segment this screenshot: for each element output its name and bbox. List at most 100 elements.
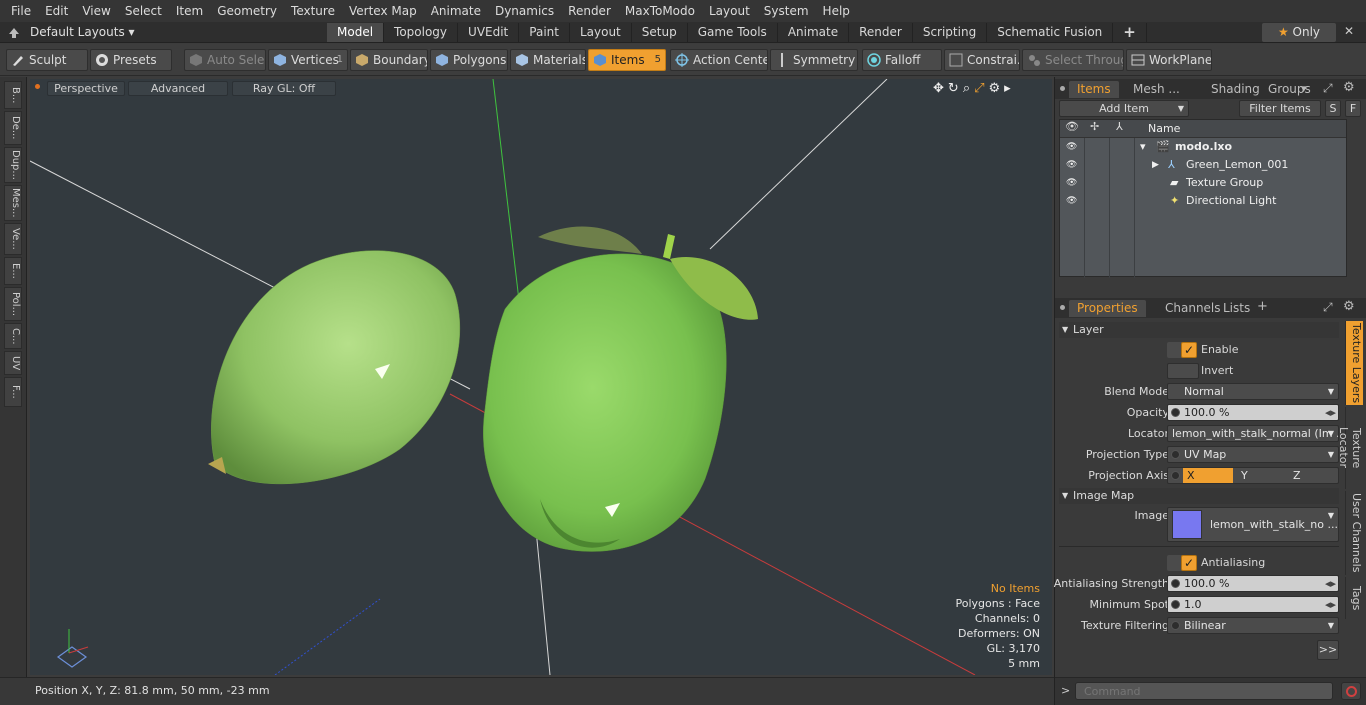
tab-mesh[interactable]: Mesh ... (1125, 81, 1188, 98)
tree-row-scene[interactable]: 👁 ▾ 🎬 modo.lxo (1060, 138, 1346, 156)
axis-z-button[interactable]: Z (1290, 468, 1338, 483)
menu-edit[interactable]: Edit (38, 0, 75, 22)
visibility-eye-icon[interactable]: 👁 (1066, 156, 1077, 174)
blend-mode-select[interactable]: Normal ▼ (1167, 383, 1339, 400)
strip-tab-deform[interactable]: De... (4, 111, 22, 145)
menu-file[interactable]: File (4, 0, 38, 22)
animate-dot-icon[interactable] (1171, 471, 1180, 480)
record-button[interactable] (1341, 682, 1361, 700)
slider-arrows-icon[interactable]: ◂▸ (1325, 597, 1336, 612)
strip-tab-fusion[interactable]: F... (4, 377, 22, 407)
tab-model[interactable]: Model (327, 23, 385, 42)
axis-y-button[interactable]: Y (1238, 468, 1288, 483)
rotate-icon[interactable]: ↻ (948, 81, 959, 96)
menu-vertex-map[interactable]: Vertex Map (342, 0, 424, 22)
more-button[interactable]: >> (1317, 640, 1339, 660)
tree-row-light[interactable]: 👁 ✦ Directional Light (1060, 192, 1346, 210)
boundary-button[interactable]: Boundary (350, 49, 428, 71)
falloff-button[interactable]: Falloff (862, 49, 942, 71)
tab-uvedit[interactable]: UVEdit (458, 23, 520, 42)
add-tab-button[interactable]: + (1257, 299, 1268, 314)
menu-item[interactable]: Item (169, 0, 210, 22)
expand-icon[interactable]: ▶ (1152, 156, 1159, 174)
slider-arrows-icon[interactable]: ◂▸ (1325, 576, 1336, 591)
close-icon[interactable]: ✕ (1344, 24, 1354, 38)
invert-checkbox[interactable] (1167, 363, 1199, 379)
3d-viewport[interactable]: Perspective Advanced Ray GL: Off ✥ ↻ ⌕ ⤢… (30, 79, 1052, 675)
enable-checkbox[interactable]: ✓ (1181, 342, 1197, 358)
workplane-button[interactable]: WorkPlane (1126, 49, 1212, 71)
viewport-menu-dot-icon[interactable] (35, 84, 40, 89)
locator-select[interactable]: lemon_with_stalk_normal (Im ... ▼ (1167, 425, 1339, 442)
projection-type-select[interactable]: UV Map ▼ (1167, 446, 1339, 463)
lemon-right[interactable] (483, 226, 758, 552)
add-item-button[interactable]: Add Item ▼ (1059, 100, 1189, 117)
symmetry-button[interactable]: Symmetry (770, 49, 858, 71)
tab-topology[interactable]: Topology (384, 23, 459, 42)
side-tab-texture-locator[interactable]: Texture Locator (1337, 407, 1363, 489)
tab-animate[interactable]: Animate (777, 23, 850, 42)
s-button[interactable]: S (1325, 100, 1341, 117)
tab-schematic-fusion[interactable]: Schematic Fusion (987, 23, 1114, 42)
command-input[interactable] (1075, 682, 1333, 700)
aa-strength-input[interactable]: 100.0 % ◂▸ (1167, 575, 1339, 592)
tree-row-mesh[interactable]: 👁 ▶ ⅄ Green_Lemon_001 (1060, 156, 1346, 174)
constrain-button[interactable]: Constrai... (944, 49, 1020, 71)
menu-geometry[interactable]: Geometry (210, 0, 284, 22)
polygons-button[interactable]: Polygons (430, 49, 508, 71)
raygl-button[interactable]: Ray GL: Off (232, 81, 336, 96)
up-arrow-icon[interactable] (8, 27, 20, 39)
strip-tab-basic[interactable]: B... (4, 81, 22, 109)
items-button[interactable]: Items 5 (588, 49, 666, 71)
strip-tab-uv[interactable]: UV (4, 351, 22, 375)
animate-dot-icon[interactable] (1171, 600, 1180, 609)
menu-animate[interactable]: Animate (424, 0, 488, 22)
visibility-eye-icon[interactable]: 👁 (1066, 174, 1077, 192)
antialiasing-checkbox[interactable]: ✓ (1181, 555, 1197, 571)
gear-icon[interactable]: ⚙ (1343, 80, 1355, 95)
vertices-button[interactable]: Vertices 1 (268, 49, 348, 71)
collapse-icon[interactable]: ▾ (1140, 138, 1146, 156)
action-center-button[interactable]: Action Center (670, 49, 768, 71)
slider-arrows-icon[interactable]: ◂▸ (1325, 405, 1336, 420)
auto-select-button[interactable]: Auto Select (184, 49, 266, 71)
panel-menu-dot-icon[interactable] (1060, 305, 1065, 310)
tex-filter-select[interactable]: Bilinear ▼ (1167, 617, 1339, 634)
strip-tab-edge[interactable]: E... (4, 257, 22, 285)
animate-dot-icon[interactable] (1171, 579, 1180, 588)
tab-lists[interactable]: Lists (1215, 300, 1258, 317)
tab-game-tools[interactable]: Game Tools (687, 23, 778, 42)
tab-dropdown-icon[interactable]: ▾ (1301, 82, 1307, 95)
materials-button[interactable]: Materials (510, 49, 586, 71)
advanced-button[interactable]: Advanced (128, 81, 228, 96)
gear-icon[interactable]: ⚙ (1343, 299, 1355, 314)
tab-scripting[interactable]: Scripting (912, 23, 988, 42)
menu-render[interactable]: Render (561, 0, 618, 22)
tab-layout[interactable]: Layout (569, 23, 632, 42)
zoom-icon[interactable]: ⌕ (963, 81, 970, 96)
lemon-left[interactable] (208, 250, 461, 485)
image-select[interactable]: lemon_with_stalk_no ... ▼ (1167, 507, 1339, 542)
menu-system[interactable]: System (757, 0, 816, 22)
sculpt-button[interactable]: Sculpt (6, 49, 88, 71)
strip-tab-duplicate[interactable]: Dup... (4, 147, 22, 183)
maximize-panel-icon[interactable]: ⤢ (1323, 81, 1333, 96)
menu-dynamics[interactable]: Dynamics (488, 0, 561, 22)
tab-render[interactable]: Render (849, 23, 913, 42)
image-map-section[interactable]: ▼ Image Map (1059, 488, 1339, 504)
layer-section[interactable]: ▼ Layer (1059, 322, 1339, 338)
animate-dot-icon[interactable] (1171, 450, 1180, 459)
visibility-eye-icon[interactable]: 👁 (1066, 192, 1077, 210)
menu-maxtomodo[interactable]: MaxToModo (618, 0, 702, 22)
strip-tab-vertex[interactable]: Ve... (4, 223, 22, 255)
add-tab-button[interactable]: + (1113, 23, 1147, 42)
visibility-eye-icon[interactable]: 👁 (1066, 138, 1077, 156)
menu-help[interactable]: Help (816, 0, 857, 22)
strip-tab-polygon[interactable]: Pol... (4, 287, 22, 321)
tree-row-texture-group[interactable]: 👁 ▰ Texture Group (1060, 174, 1346, 192)
strip-tab-mesh[interactable]: Mes... (4, 185, 22, 221)
name-column-header[interactable]: Name (1148, 122, 1180, 135)
f-button[interactable]: F (1345, 100, 1361, 117)
menu-layout[interactable]: Layout (702, 0, 757, 22)
tab-paint[interactable]: Paint (519, 23, 570, 42)
